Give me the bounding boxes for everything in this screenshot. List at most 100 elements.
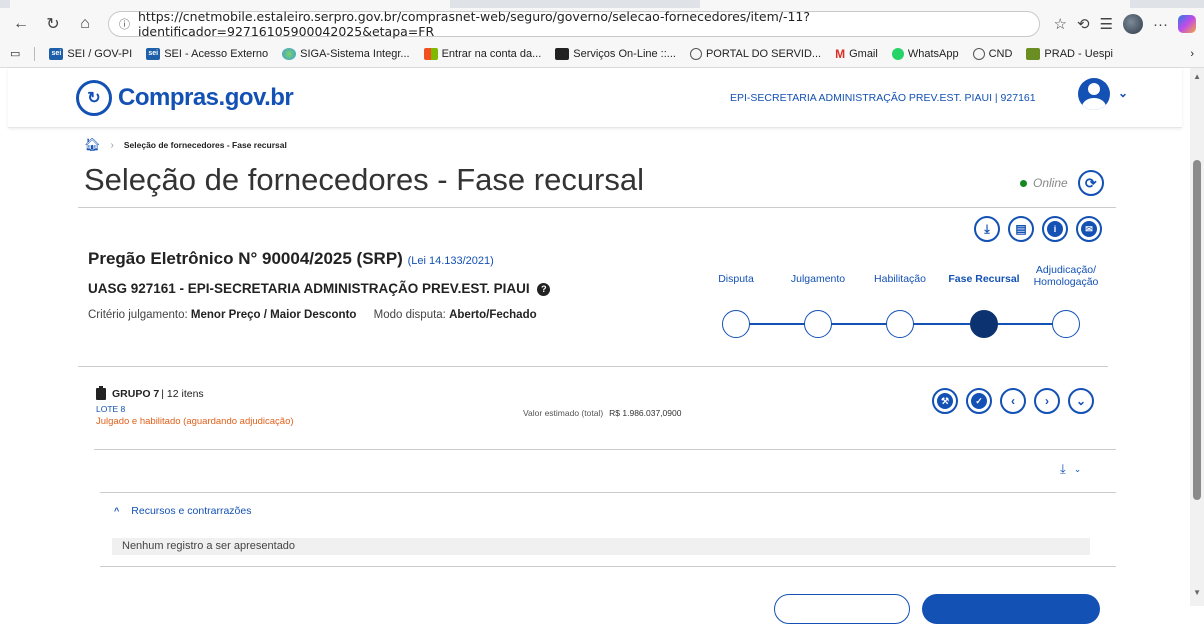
bookmark-sei-gov-pi[interactable]: sei SEI / GOV-PI bbox=[49, 47, 132, 60]
whatsapp-icon bbox=[891, 47, 904, 60]
bookmark-siga[interactable]: SIGA-Sistema Integr... bbox=[282, 47, 410, 60]
back-icon[interactable]: ← bbox=[8, 11, 34, 37]
next-button[interactable]: › bbox=[1034, 388, 1060, 414]
step-label-habilitacao[interactable]: Habilitação bbox=[874, 273, 926, 285]
org-label[interactable]: EPI-SECRETARIA ADMINISTRAÇÃO PREV.EST. P… bbox=[730, 92, 1036, 104]
chevron-up-icon: ^ bbox=[114, 506, 120, 516]
grupo-title: GRUPO 7 | 12 itens bbox=[96, 386, 294, 400]
secondary-button[interactable] bbox=[774, 594, 910, 624]
url-text: https://cnetmobile.estaleiro.serpro.gov.… bbox=[138, 9, 811, 39]
bookmarks-bar: ▭ sei SEI / GOV-PI sei SEI - Acesso Extern… bbox=[0, 40, 1204, 68]
bookmark-label: PORTAL DO SERVID... bbox=[705, 47, 822, 60]
clipboard-button[interactable]: ▤ bbox=[1008, 216, 1034, 242]
refresh-button[interactable]: ⟳ bbox=[1077, 170, 1104, 196]
grupo-block: GRUPO 7 | 12 itens LOTE 8 Julgado e habi… bbox=[96, 386, 294, 427]
step-dot-julgamento[interactable] bbox=[804, 310, 832, 338]
empty-records-message: Nenhum registro a ser apresentado bbox=[112, 538, 1090, 555]
home-browser-icon[interactable]: ⌂ bbox=[72, 11, 98, 37]
bookmark-portal[interactable]: PORTAL DO SERVID... bbox=[689, 47, 822, 60]
step-label-adjudicacao[interactable]: Adjudicação/Homologação bbox=[1034, 264, 1099, 288]
step-dot-fase-recursal[interactable] bbox=[970, 310, 998, 338]
bookmark-label: CND bbox=[988, 47, 1013, 60]
bookmark-microsoft[interactable]: Entrar na conta da... bbox=[423, 47, 542, 60]
divider bbox=[94, 449, 1116, 450]
bookmark-gmail[interactable]: M Gmail bbox=[835, 47, 878, 61]
siga-icon bbox=[282, 47, 297, 60]
download-menu[interactable]: ⤓ ⌄ bbox=[1060, 461, 1081, 477]
divider bbox=[100, 492, 1116, 493]
address-bar[interactable]: ⓘ https://cnetmobile.estaleiro.serpro.go… bbox=[108, 9, 1040, 39]
favorites-icon[interactable]: ☰ bbox=[1100, 15, 1113, 33]
download-button[interactable]: ⤓ bbox=[974, 216, 1000, 242]
grupo-itens: | 12 itens bbox=[161, 388, 204, 400]
microsoft-icon bbox=[423, 47, 438, 60]
primary-button[interactable] bbox=[922, 594, 1100, 624]
bookmark-servicos[interactable]: Serviços On-Line ::... bbox=[555, 47, 676, 60]
user-check-button[interactable]: ✓ bbox=[966, 388, 992, 414]
browser-toolbar: ← ↻ ⌂ ⓘ https://cnetmobile.estaleiro.ser… bbox=[0, 8, 1204, 40]
breadcrumb-current: Seleção de fornecedores - Fase recursal bbox=[123, 140, 287, 150]
criterio-line: Critério julgamento: Menor Preço / Maior… bbox=[88, 309, 537, 321]
user-avatar-icon[interactable] bbox=[1078, 78, 1110, 110]
step-dot-adjudicacao[interactable] bbox=[1052, 310, 1080, 338]
chevron-down-icon[interactable]: ⌄ bbox=[1118, 86, 1128, 100]
previous-button[interactable]: ‹ bbox=[1000, 388, 1026, 414]
bookmark-label: SEI - Acesso Externo bbox=[164, 47, 269, 60]
breadcrumb: 🏠︎ › Seleção de fornecedores - Fase recu… bbox=[84, 137, 287, 153]
question-icon[interactable]: ? bbox=[537, 282, 551, 296]
pregao-title-text: Pregão Eletrônico N° 90004/2025 (SRP) bbox=[88, 249, 403, 268]
step-label-disputa[interactable]: Disputa bbox=[718, 273, 754, 285]
gmail-icon: M bbox=[835, 46, 846, 61]
home-icon[interactable]: 🏠︎ bbox=[84, 137, 101, 153]
info-button[interactable]: i bbox=[1042, 216, 1068, 242]
stepper bbox=[700, 306, 1120, 342]
bookmark-whatsapp[interactable]: WhatsApp bbox=[891, 47, 959, 60]
browser-tabstrip bbox=[0, 0, 1204, 8]
bookmark-prad[interactable]: PRAD - Uespi bbox=[1026, 47, 1113, 60]
online-status: Online ⟳ bbox=[1020, 170, 1104, 196]
app-header: ↻ Compras.gov.br EPI-SECRETARIA ADMINIST… bbox=[8, 68, 1182, 128]
bookmark-cnd[interactable]: CND bbox=[972, 47, 1013, 60]
recursos-accordion-header[interactable]: ^ Recursos e contrarrazões bbox=[114, 505, 251, 517]
browser-tab[interactable] bbox=[700, 0, 1130, 8]
step-label-fase-recursal[interactable]: Fase Recursal bbox=[948, 273, 1019, 285]
scroll-down-icon[interactable]: ▼ bbox=[1193, 588, 1201, 597]
reload-icon[interactable]: ↻ bbox=[40, 11, 66, 37]
sei-icon: sei bbox=[49, 47, 64, 60]
chevron-right-icon[interactable]: › bbox=[1190, 48, 1194, 60]
site-info-icon[interactable]: ⓘ bbox=[119, 16, 130, 32]
logo-text: Compras.gov.br bbox=[118, 84, 294, 111]
profile-icon[interactable] bbox=[1123, 14, 1143, 34]
bookmark-sei-externo[interactable]: sei SEI - Acesso Externo bbox=[146, 47, 269, 60]
step-label-julgamento[interactable]: Julgamento bbox=[791, 273, 845, 285]
gavel-icon: ⚒ bbox=[937, 393, 953, 409]
lei-link[interactable]: (Lei 14.133/2021) bbox=[408, 255, 494, 267]
page-title: Seleção de fornecedores - Fase recursal bbox=[84, 162, 645, 197]
step-label-line1: Adjudicação/ bbox=[1035, 264, 1097, 276]
more-icon[interactable]: ··· bbox=[1153, 16, 1168, 33]
favorite-star-icon[interactable]: ☆ bbox=[1054, 15, 1067, 33]
message-button[interactable]: ✉ bbox=[1076, 216, 1102, 242]
criterio-value: Menor Preço / Maior Desconto bbox=[190, 309, 357, 321]
copilot-icon[interactable] bbox=[1178, 15, 1196, 33]
scroll-thumb[interactable] bbox=[1193, 160, 1201, 500]
valor-estimado: Valor estimado (total) R$ 1.986.037,0900 bbox=[523, 408, 681, 418]
logo[interactable]: ↻ Compras.gov.br bbox=[76, 80, 294, 116]
gavel-button[interactable]: ⚒ bbox=[932, 388, 958, 414]
divider bbox=[78, 366, 1108, 367]
scroll-up-icon[interactable]: ▲ bbox=[1193, 72, 1201, 81]
user-check-icon: ✓ bbox=[971, 393, 987, 409]
expand-button[interactable]: ⌄ bbox=[1068, 388, 1094, 414]
valor-label: Valor estimado (total) bbox=[523, 408, 604, 418]
page-scrollbar[interactable] bbox=[1190, 68, 1204, 606]
tab-actions-icon[interactable]: ▭ bbox=[10, 47, 20, 60]
browser-tab[interactable] bbox=[10, 0, 450, 8]
modo-value: Aberto/Fechado bbox=[449, 309, 537, 321]
stepper-labels: Disputa Julgamento Habilitação Fase Recu… bbox=[700, 264, 1120, 304]
step-dot-habilitacao[interactable] bbox=[886, 310, 914, 338]
bookmark-label: Entrar na conta da... bbox=[441, 47, 542, 60]
grupo-actions: ⚒ ✓ ‹ › ⌄ bbox=[932, 388, 1094, 414]
step-dot-disputa[interactable] bbox=[722, 310, 750, 338]
extensions-icon[interactable]: ⟲ bbox=[1077, 15, 1090, 33]
bookmark-label: PRAD - Uespi bbox=[1044, 47, 1113, 60]
